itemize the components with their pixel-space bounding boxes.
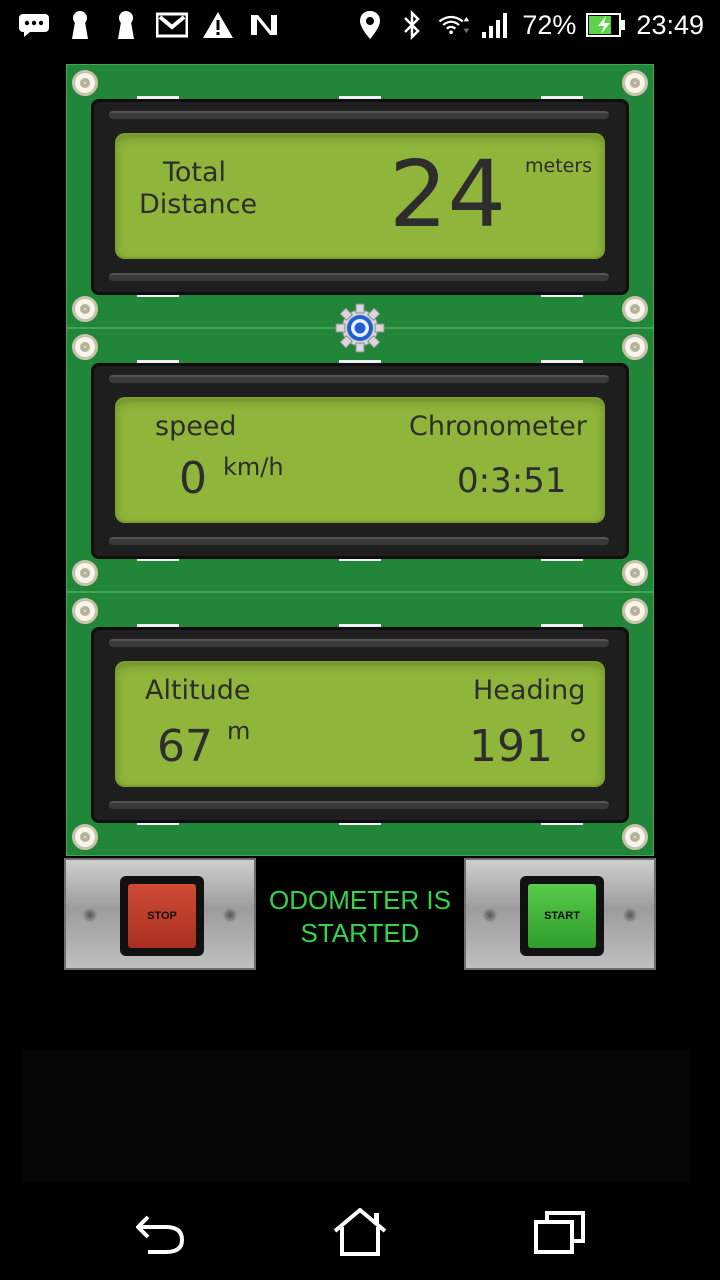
bezel-rail: [109, 273, 609, 281]
start-button[interactable]: START: [520, 876, 604, 956]
home-icon[interactable]: [332, 1206, 388, 1258]
clock: 23:49: [636, 9, 704, 40]
message-icon: [18, 10, 50, 40]
n-app-icon: [248, 10, 280, 40]
lcd-bezel: Total Distance 24 meters: [91, 99, 629, 295]
heading-value: 191 °: [469, 721, 589, 772]
gmail-icon: [156, 10, 188, 40]
mount-hole: [622, 70, 648, 96]
speed-board: speed 0 km/h Chronometer 0:3:51: [66, 328, 654, 592]
distance-label-line1: Total: [163, 157, 227, 188]
status-line1: ODOMETER IS: [268, 885, 451, 915]
distance-board: Total Distance 24 meters: [66, 64, 654, 328]
altitude-unit: m: [227, 717, 251, 745]
location-icon: [354, 10, 386, 40]
speed-label: speed: [155, 411, 237, 442]
bluetooth-icon: [396, 10, 428, 40]
ad-banner-area: [22, 1050, 690, 1182]
recent-apps-icon[interactable]: [532, 1206, 588, 1258]
mount-hole: [622, 598, 648, 624]
speed-lcd: speed 0 km/h Chronometer 0:3:51: [115, 397, 605, 523]
mount-hole: [72, 334, 98, 360]
bezel-rail: [109, 111, 609, 119]
chronometer-label: Chronometer: [409, 411, 587, 442]
altitude-label: Altitude: [145, 675, 251, 706]
bezel-rail: [109, 537, 609, 545]
mount-hole: [72, 824, 98, 850]
mount-hole: [72, 598, 98, 624]
keyhole-icon: [64, 10, 96, 40]
back-icon[interactable]: [132, 1206, 188, 1258]
altitude-value: 67: [157, 721, 213, 772]
screw-icon: [483, 908, 497, 922]
wifi-icon: [438, 10, 470, 40]
stop-button-label: STOP: [128, 884, 196, 948]
speed-value: 0: [179, 453, 207, 504]
bezel-rail: [109, 639, 609, 647]
mount-hole: [72, 560, 98, 586]
stop-button-plate: STOP: [64, 858, 256, 970]
mount-hole: [72, 70, 98, 96]
signal-icon: [480, 10, 512, 40]
battery-percent: 72%: [522, 9, 577, 40]
speed-unit: km/h: [223, 453, 284, 481]
screw-icon: [83, 908, 97, 922]
mount-hole: [72, 296, 98, 322]
screw-icon: [223, 908, 237, 922]
notification-icons: [18, 8, 280, 42]
keyhole-icon: [110, 10, 142, 40]
odometer-status: ODOMETER IS STARTED: [256, 884, 464, 950]
bezel-rail: [109, 375, 609, 383]
distance-label-line2: Distance: [139, 189, 258, 220]
mount-hole: [622, 296, 648, 322]
distance-unit: meters: [525, 155, 593, 177]
stop-button[interactable]: STOP: [120, 876, 204, 956]
distance-value: 24: [389, 141, 507, 248]
heading-label: Heading: [473, 675, 586, 706]
status-bar: 72% 23:49: [0, 0, 720, 50]
screw-icon: [623, 908, 637, 922]
mount-hole: [622, 824, 648, 850]
lcd-bezel: Altitude 67 m Heading 191 °: [91, 627, 629, 823]
start-button-label: START: [528, 884, 596, 948]
system-icons: 72% 23:49: [354, 8, 704, 42]
status-line2: STARTED: [300, 918, 420, 948]
position-board: Altitude 67 m Heading 191 °: [66, 592, 654, 856]
settings-gear-icon[interactable]: [334, 302, 386, 354]
lcd-bezel: speed 0 km/h Chronometer 0:3:51: [91, 363, 629, 559]
battery-charging-icon: [586, 10, 626, 40]
warning-icon: [202, 10, 234, 40]
position-lcd: Altitude 67 m Heading 191 °: [115, 661, 605, 787]
mount-hole: [622, 560, 648, 586]
navigation-bar: [0, 1182, 720, 1280]
chronometer-value: 0:3:51: [457, 461, 567, 501]
bezel-rail: [109, 801, 609, 809]
start-button-plate: START: [464, 858, 656, 970]
mount-hole: [622, 334, 648, 360]
distance-lcd: Total Distance 24 meters: [115, 133, 605, 259]
